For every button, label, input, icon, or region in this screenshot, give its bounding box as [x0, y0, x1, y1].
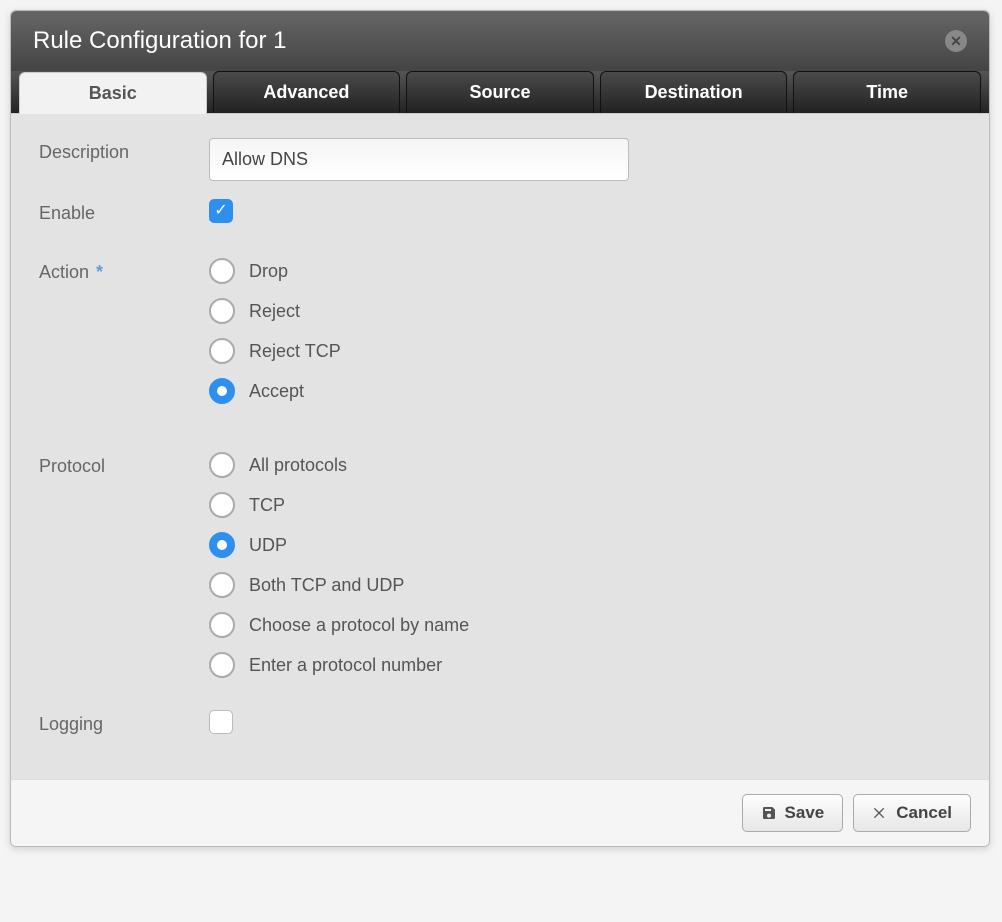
save-button-label: Save — [785, 803, 825, 823]
dialog-titlebar: Rule Configuration for 1 ✕ — [11, 11, 989, 71]
tab-bar: Basic Advanced Source Destination Time — [11, 71, 989, 113]
tab-advanced[interactable]: Advanced — [213, 71, 401, 113]
action-label-reject: Reject — [249, 301, 300, 322]
cancel-icon — [872, 805, 888, 821]
dialog-title: Rule Configuration for 1 — [33, 27, 286, 55]
action-radio-drop[interactable] — [209, 258, 235, 284]
action-label-drop: Drop — [249, 261, 288, 282]
action-radio-accept[interactable] — [209, 378, 235, 404]
label-description: Description — [39, 138, 209, 163]
save-button[interactable]: Save — [742, 794, 844, 832]
tab-basic[interactable]: Basic — [19, 72, 207, 114]
action-label-reject-tcp: Reject TCP — [249, 341, 341, 362]
protocol-radio-all[interactable] — [209, 452, 235, 478]
logging-checkbox[interactable] — [209, 710, 233, 734]
rule-config-dialog: Rule Configuration for 1 ✕ Basic Advance… — [10, 10, 990, 847]
protocol-radio-bynumber[interactable] — [209, 652, 235, 678]
tab-source[interactable]: Source — [406, 71, 594, 113]
label-logging: Logging — [39, 710, 209, 735]
label-enable: Enable — [39, 199, 209, 224]
dialog-footer: Save Cancel — [11, 779, 989, 846]
protocol-radio-tcp[interactable] — [209, 492, 235, 518]
protocol-radio-both[interactable] — [209, 572, 235, 598]
action-radio-reject[interactable] — [209, 298, 235, 324]
tab-time[interactable]: Time — [793, 71, 981, 113]
protocol-label-tcp: TCP — [249, 495, 285, 516]
description-input[interactable] — [209, 138, 629, 181]
protocol-label-udp: UDP — [249, 535, 287, 556]
cancel-button[interactable]: Cancel — [853, 794, 971, 832]
enable-checkbox[interactable]: ✓ — [209, 199, 233, 223]
save-icon — [761, 805, 777, 821]
protocol-label-byname: Choose a protocol by name — [249, 615, 469, 636]
check-icon: ✓ — [214, 203, 227, 219]
action-label-accept: Accept — [249, 381, 304, 402]
label-action: Action * — [39, 258, 209, 283]
tab-destination[interactable]: Destination — [600, 71, 788, 113]
close-icon[interactable]: ✕ — [945, 30, 967, 52]
action-radio-reject-tcp[interactable] — [209, 338, 235, 364]
protocol-label-bynumber: Enter a protocol number — [249, 655, 442, 676]
protocol-radio-byname[interactable] — [209, 612, 235, 638]
protocol-label-all: All protocols — [249, 455, 347, 476]
cancel-button-label: Cancel — [896, 803, 952, 823]
protocol-label-both: Both TCP and UDP — [249, 575, 404, 596]
label-action-text: Action — [39, 262, 89, 282]
panel-basic: Description Enable ✓ Action * Drop — [11, 113, 989, 779]
protocol-radio-udp[interactable] — [209, 532, 235, 558]
label-protocol: Protocol — [39, 452, 209, 477]
required-indicator-icon: * — [96, 262, 103, 282]
